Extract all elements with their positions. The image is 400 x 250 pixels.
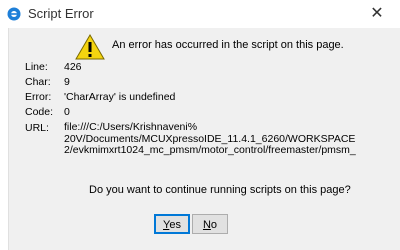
url-label: URL: xyxy=(25,122,49,134)
line-label: Line: xyxy=(25,61,48,73)
code-label: Code: xyxy=(25,106,54,118)
no-accelerator: N xyxy=(202,219,211,231)
title-bar: Script Error ✕ xyxy=(0,0,400,28)
error-headline: An error has occurred in the script on t… xyxy=(112,39,344,51)
url-line: 2/evkmimxrt1024_mc_pmsm/motor_control/fr… xyxy=(64,144,356,156)
char-value: 9 xyxy=(64,76,70,88)
yes-label-rest: es xyxy=(169,219,181,231)
yes-button[interactable]: Yes xyxy=(154,214,190,234)
url-line: file:///C:/Users/Krishnaveni% xyxy=(64,121,198,133)
no-button[interactable]: No xyxy=(192,214,228,234)
dialog-body: An error has occurred in the script on t… xyxy=(8,28,400,250)
error-value: 'CharArray' is undefined xyxy=(64,91,176,103)
ie-app-icon xyxy=(6,6,22,22)
window-title: Script Error xyxy=(28,6,94,21)
line-value: 426 xyxy=(64,61,82,73)
warning-icon xyxy=(75,33,105,61)
code-value: 0 xyxy=(64,106,70,118)
url-value: file:///C:/Users/Krishnaveni% 20V/Docume… xyxy=(64,121,364,157)
no-label-rest: o xyxy=(210,219,218,231)
error-label: Error: xyxy=(25,91,52,103)
char-label: Char: xyxy=(25,76,51,88)
close-button[interactable]: ✕ xyxy=(362,0,392,28)
continue-question: Do you want to continue running scripts … xyxy=(89,184,351,196)
